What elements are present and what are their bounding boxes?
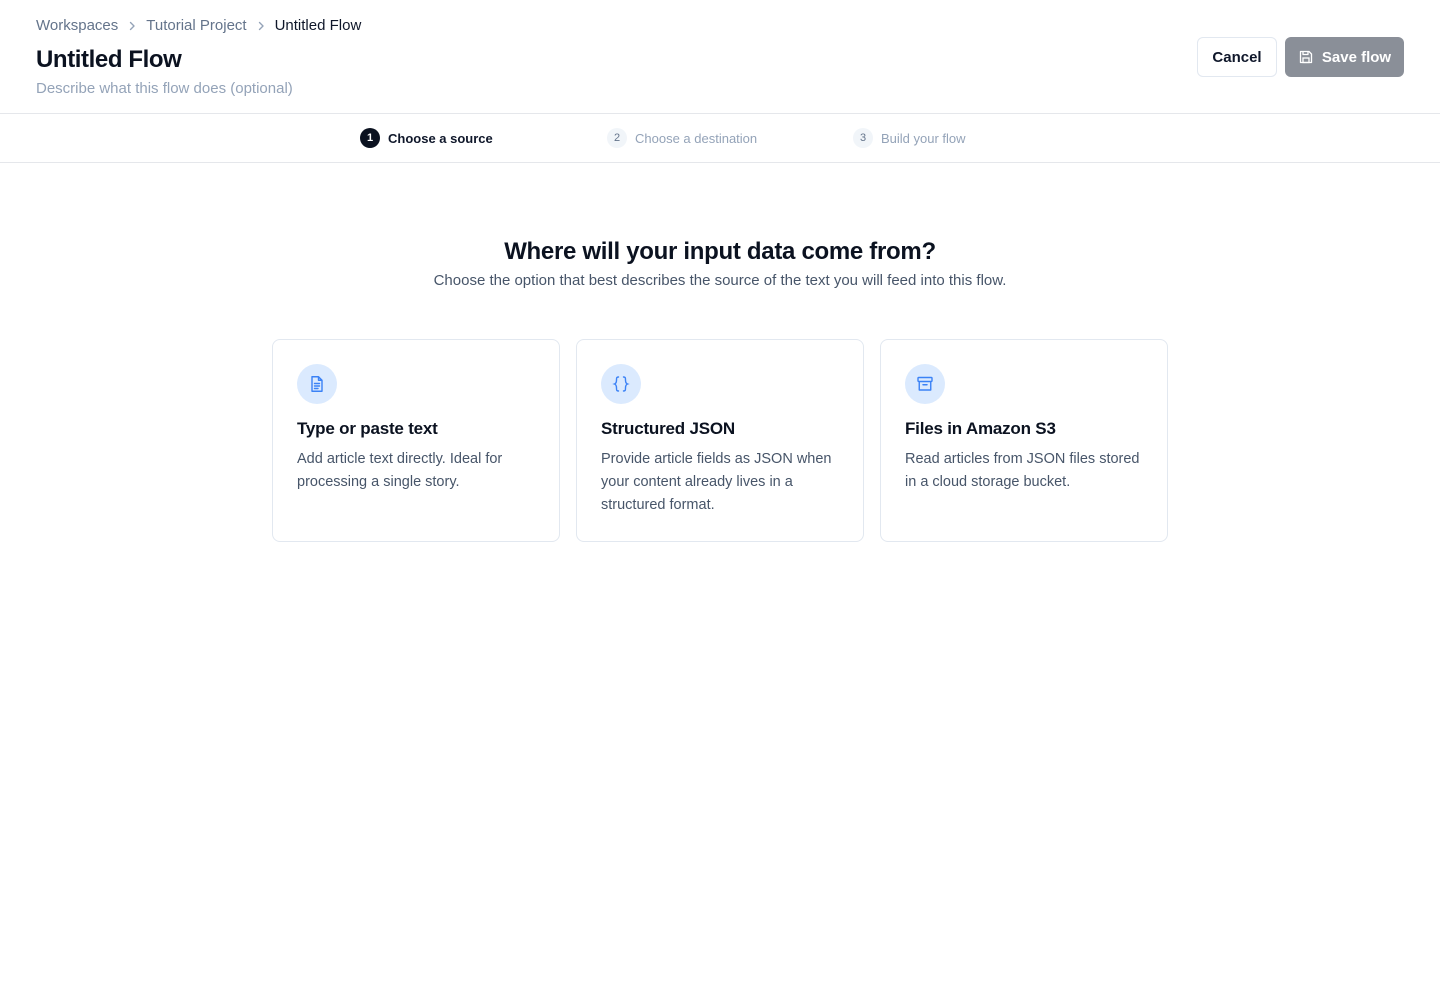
breadcrumb-item-workspaces[interactable]: Workspaces (36, 17, 118, 35)
source-option-s3[interactable]: Files in Amazon S3 Read articles from JS… (880, 339, 1168, 542)
chevron-right-icon (118, 20, 146, 32)
page-title[interactable]: Untitled Flow (36, 45, 182, 75)
save-flow-button[interactable]: Save flow (1285, 37, 1404, 77)
option-description: Read articles from JSON files stored in … (905, 451, 1140, 490)
breadcrumb-item-current: Untitled Flow (274, 17, 362, 34)
stepper: 1 Choose a source 2 Choose a destination… (0, 114, 1440, 163)
step-build-flow[interactable]: 3 Build your flow (853, 128, 966, 148)
option-description: Provide article fields as JSON when your… (601, 451, 832, 513)
source-option-text[interactable]: Type or paste text Add article text dire… (272, 339, 560, 542)
main-heading: Where will your input data come from? (504, 238, 936, 265)
save-flow-label: Save flow (1321, 48, 1392, 66)
step-choose-source[interactable]: 1 Choose a source (360, 128, 493, 148)
source-option-json[interactable]: Structured JSON Provide article fields a… (576, 339, 864, 542)
step-number: 2 (607, 128, 627, 148)
archive-icon (905, 364, 945, 404)
page-header: Workspaces Tutorial Project Untitled Flo… (0, 0, 1440, 114)
save-icon (1298, 49, 1314, 65)
main-subheading: Choose the option that best describes th… (433, 272, 1007, 289)
step-label: Build your flow (881, 130, 966, 146)
option-title: Structured JSON (601, 419, 735, 438)
chevron-right-icon (247, 20, 275, 32)
file-text-icon (297, 364, 337, 404)
step-choose-destination[interactable]: 2 Choose a destination (607, 128, 757, 148)
breadcrumb-item-tutorial-project[interactable]: Tutorial Project (146, 17, 246, 35)
step-number: 1 (360, 128, 380, 148)
option-title: Files in Amazon S3 (905, 419, 1056, 438)
cancel-button[interactable]: Cancel (1197, 37, 1277, 77)
step-label: Choose a destination (635, 130, 758, 146)
option-description: Add article text directly. Ideal for pro… (297, 451, 503, 490)
description-input[interactable] (36, 78, 536, 98)
breadcrumb: Workspaces Tutorial Project Untitled Flo… (36, 17, 361, 35)
step-label: Choose a source (388, 130, 493, 146)
option-title: Type or paste text (297, 419, 438, 438)
step-number: 3 (853, 128, 873, 148)
braces-icon (601, 364, 641, 404)
